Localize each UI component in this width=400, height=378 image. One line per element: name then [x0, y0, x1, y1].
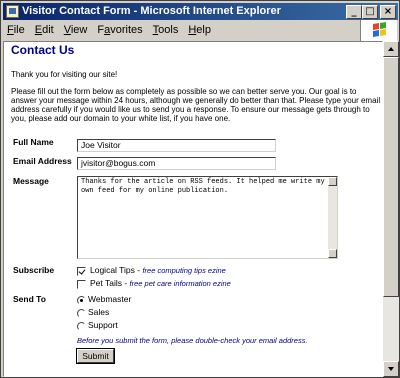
full-name-label: Full Name [13, 137, 54, 147]
support-label: Support [88, 320, 118, 330]
send-to-label: Send To [13, 294, 46, 304]
message-text: Thanks for the article on RSS feeds. It … [81, 178, 325, 195]
logical-tips-label: Logical Tips [90, 265, 135, 275]
message-scrollbar[interactable] [328, 177, 337, 258]
message-scroll-down-button[interactable] [328, 249, 337, 258]
ie-page-icon [6, 5, 19, 18]
menu-file[interactable]: File [3, 21, 30, 40]
menu-edit[interactable]: Edit [30, 21, 59, 40]
menu-view[interactable]: View [59, 21, 93, 40]
menu-tools[interactable]: Tools [148, 21, 184, 40]
webmaster-label: Webmaster [88, 294, 132, 304]
logical-tips-desc: free computing tips ezine [142, 266, 226, 275]
windows-logo-icon [360, 20, 397, 41]
message-textarea[interactable]: Thanks for the article on RSS feeds. It … [77, 176, 338, 259]
window-controls: _ □ × [346, 5, 396, 19]
webmaster-radio[interactable] [77, 296, 86, 305]
subscribe-label: Subscribe [13, 265, 55, 275]
maximize-button[interactable]: □ [362, 5, 378, 19]
scroll-thumb[interactable] [383, 57, 399, 297]
support-radio[interactable] [77, 322, 86, 331]
browser-window: Visitor Contact Form - Microsoft Interne… [0, 0, 400, 378]
pet-tails-desc: free pet care information ezine [129, 279, 231, 288]
scroll-down-button[interactable] [383, 361, 399, 377]
pet-tails-checkbox[interactable] [77, 280, 86, 289]
logical-tips-option: Logical Tips - free computing tips ezine [90, 265, 226, 275]
close-button[interactable]: × [380, 5, 396, 19]
title-bar[interactable]: Visitor Contact Form - Microsoft Interne… [3, 3, 398, 20]
sales-radio[interactable] [77, 309, 86, 318]
instructions-text: Please fill out the form below as comple… [11, 87, 381, 123]
full-name-input[interactable]: Joe Visitor [77, 139, 276, 152]
sales-label: Sales [88, 307, 110, 317]
email-input[interactable]: jvisitor@bogus.com [77, 157, 276, 170]
submit-note: Before you submit the form, please doubl… [77, 336, 308, 345]
email-label: Email Address [13, 156, 72, 166]
scroll-up-button[interactable] [383, 41, 399, 57]
logical-tips-checkbox[interactable] [77, 267, 86, 276]
submit-button[interactable]: Submit [77, 349, 114, 363]
intro-text: Thank you for visiting our site! [11, 70, 118, 79]
pet-tails-option: Pet Tails - free pet care information ez… [90, 278, 231, 288]
window-title: Visitor Contact Form - Microsoft Interne… [22, 5, 281, 17]
pet-tails-label: Pet Tails [90, 278, 122, 288]
menu-favorites[interactable]: Favorites [92, 21, 147, 40]
message-scroll-up-button[interactable] [328, 177, 337, 186]
page-scrollbar[interactable] [383, 41, 399, 377]
page-title: Contact Us [11, 43, 75, 57]
minimize-button[interactable]: _ [346, 5, 362, 19]
menu-help[interactable]: Help [183, 21, 216, 40]
page-content: Contact Us Thank you for visiting our si… [3, 41, 383, 377]
message-label: Message [13, 176, 49, 186]
menu-bar: File Edit View Favorites Tools Help [3, 21, 398, 40]
